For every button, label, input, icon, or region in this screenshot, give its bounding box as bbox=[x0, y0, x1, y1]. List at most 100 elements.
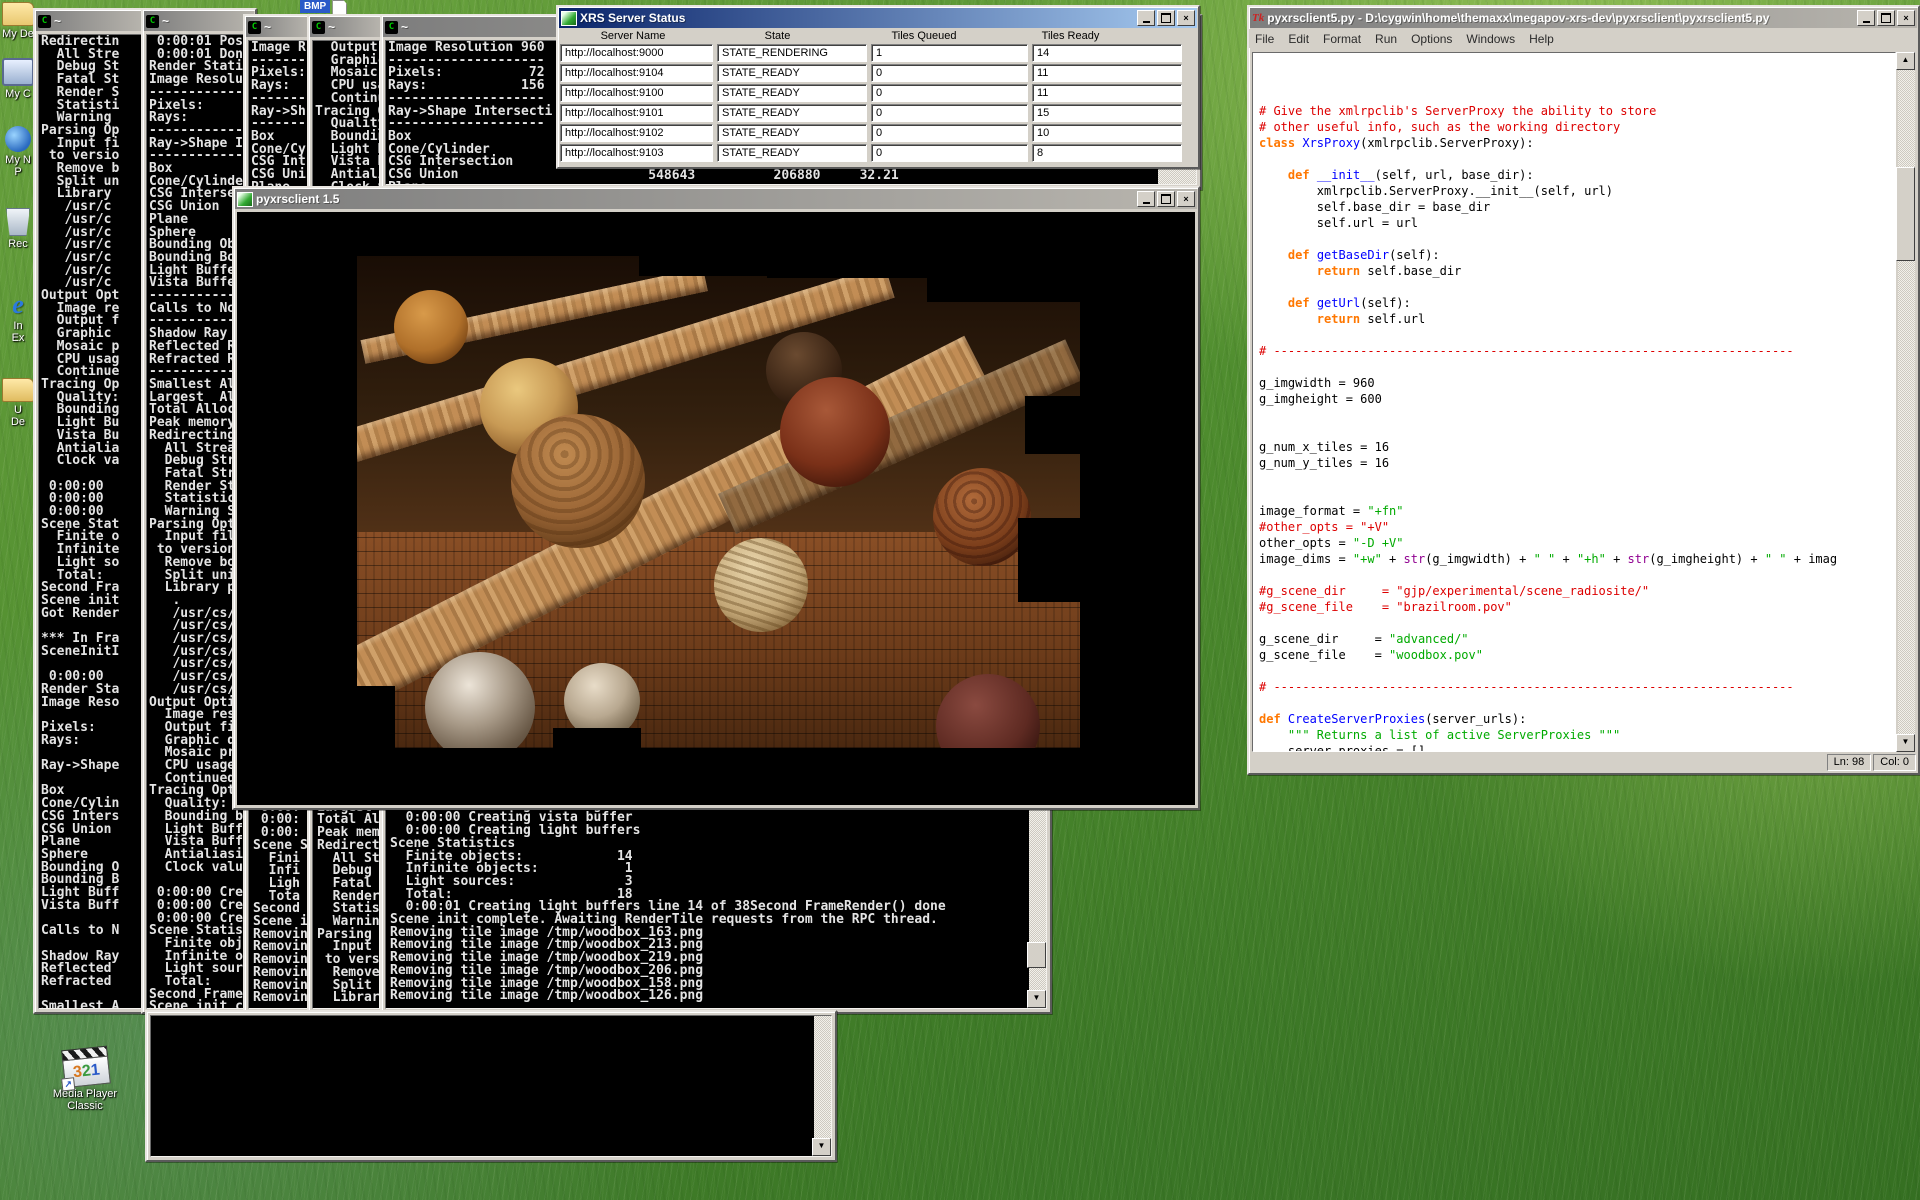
server-cell[interactable]: STATE_READY bbox=[717, 104, 867, 122]
close-button[interactable]: × bbox=[1897, 10, 1915, 26]
server-cell[interactable]: STATE_RENDERING bbox=[717, 44, 867, 62]
server-cell[interactable]: 0 bbox=[871, 124, 1028, 142]
editor-scrollbar[interactable]: ▲ ▼ bbox=[1898, 52, 1915, 752]
xrs-server-status-window[interactable]: XRS Server Status × Server Name State Ti… bbox=[556, 5, 1200, 169]
render-image bbox=[357, 256, 1080, 748]
server-cell[interactable]: 0 bbox=[871, 84, 1028, 102]
console-title: ~ bbox=[162, 14, 252, 28]
server-cell[interactable]: http://localhost:9102 bbox=[560, 124, 713, 142]
menu-options[interactable]: Options bbox=[1411, 32, 1452, 46]
cygwin-terminal-icon: C bbox=[146, 15, 159, 28]
console-3-titlebar[interactable]: C ~ bbox=[246, 17, 310, 37]
unrendered-tile-gap bbox=[1018, 518, 1080, 602]
editor-statusbar: Ln: 98 Col: 0 bbox=[1251, 754, 1916, 771]
server-cell[interactable]: http://localhost:9103 bbox=[560, 144, 713, 162]
scroll-up-arrow[interactable]: ▲ bbox=[1896, 52, 1915, 70]
server-cell[interactable]: 10 bbox=[1032, 124, 1182, 142]
server-row: http://localhost:9000STATE_RENDERING114 bbox=[558, 43, 1198, 63]
server-cell[interactable]: 11 bbox=[1032, 64, 1182, 82]
menu-file[interactable]: File bbox=[1255, 32, 1274, 46]
server-cell[interactable]: http://localhost:9101 bbox=[560, 104, 713, 122]
shortcut-arrow-overlay: ↗ bbox=[61, 1077, 75, 1091]
unrendered-tile-gap bbox=[553, 728, 641, 748]
internet-explorer-icon: e bbox=[5, 292, 31, 318]
menu-windows[interactable]: Windows bbox=[1466, 32, 1515, 46]
cygwin-terminal-icon: C bbox=[248, 21, 261, 34]
unrendered-tile-gap bbox=[927, 256, 1080, 302]
console-7-scrollbar[interactable]: ▼ bbox=[814, 1016, 831, 1156]
console-2-titlebar[interactable]: C ~ bbox=[144, 11, 254, 31]
code-line bbox=[1259, 87, 1895, 103]
menu-help[interactable]: Help bbox=[1529, 32, 1554, 46]
server-cell[interactable]: http://localhost:9000 bbox=[560, 44, 713, 62]
server-cell[interactable]: 14 bbox=[1032, 44, 1182, 62]
code-line bbox=[1259, 423, 1895, 439]
server-cell[interactable]: 15 bbox=[1032, 104, 1182, 122]
minimize-button[interactable] bbox=[1857, 10, 1875, 26]
minimize-button[interactable] bbox=[1137, 191, 1155, 207]
app-image-icon bbox=[561, 11, 577, 26]
server-cell[interactable]: 11 bbox=[1032, 84, 1182, 102]
console-4-titlebar[interactable]: C ~ bbox=[310, 17, 382, 37]
close-button[interactable]: × bbox=[1177, 191, 1195, 207]
column-header-tiles-queued: Tiles Queued bbox=[849, 29, 999, 43]
console-window-7[interactable]: ▼ bbox=[145, 1010, 837, 1162]
xrs-titlebar[interactable]: XRS Server Status × bbox=[559, 8, 1197, 28]
scroll-down-arrow[interactable]: ▼ bbox=[1896, 734, 1915, 752]
server-cell[interactable]: http://localhost:9100 bbox=[560, 84, 713, 102]
render-window-titlebar[interactable]: pyxrsclient 1.5 × bbox=[235, 189, 1197, 209]
console-1-titlebar[interactable]: C ~ bbox=[36, 11, 144, 31]
server-table-header: Server Name State Tiles Queued Tiles Rea… bbox=[560, 29, 1196, 43]
server-cell[interactable]: STATE_READY bbox=[717, 124, 867, 142]
render-sphere bbox=[780, 377, 890, 487]
server-cell[interactable]: STATE_READY bbox=[717, 64, 867, 82]
console-title: ~ bbox=[264, 20, 308, 34]
menu-run[interactable]: Run bbox=[1375, 32, 1397, 46]
code-line: self.url = url bbox=[1259, 215, 1895, 231]
code-line: #g_scene_dir = "gjp/experimental/scene_r… bbox=[1259, 583, 1895, 599]
render-client-window[interactable]: pyxrsclient 1.5 × bbox=[232, 186, 1200, 810]
maximize-button[interactable] bbox=[1157, 191, 1175, 207]
menu-format[interactable]: Format bbox=[1323, 32, 1361, 46]
scroll-down-arrow[interactable]: ▼ bbox=[812, 1138, 831, 1156]
scrollbar-thumb[interactable] bbox=[1896, 167, 1915, 261]
server-cell[interactable]: 8 bbox=[1032, 144, 1182, 162]
code-line bbox=[1259, 279, 1895, 295]
server-cell[interactable]: 0 bbox=[871, 104, 1028, 122]
console-window-1[interactable]: C ~ Redirectin All Stre Debug St Fatal S… bbox=[33, 8, 147, 1014]
maximize-button[interactable] bbox=[1157, 10, 1175, 26]
code-line: def CreateServerProxies(server_urls): bbox=[1259, 711, 1895, 727]
code-line: #g_scene_file = "brazilroom.pov" bbox=[1259, 599, 1895, 615]
server-cell[interactable]: 0 bbox=[871, 144, 1028, 162]
server-cell[interactable]: 1 bbox=[871, 44, 1028, 62]
minimize-button[interactable] bbox=[1137, 10, 1155, 26]
code-line: image_dims = "+w" + str(g_imgwidth) + " … bbox=[1259, 551, 1895, 567]
menu-edit[interactable]: Edit bbox=[1288, 32, 1309, 46]
code-line: def getUrl(self): bbox=[1259, 295, 1895, 311]
scroll-down-arrow[interactable]: ▼ bbox=[1027, 990, 1046, 1008]
code-line bbox=[1259, 567, 1895, 583]
folder-icon bbox=[2, 2, 34, 26]
close-button[interactable]: × bbox=[1177, 10, 1195, 26]
unrendered-tile-gap bbox=[639, 256, 769, 276]
render-sphere bbox=[511, 414, 645, 548]
scrollbar-thumb[interactable] bbox=[1027, 942, 1046, 968]
maximize-button[interactable] bbox=[1877, 10, 1895, 26]
computer-icon bbox=[2, 58, 34, 86]
editor-window[interactable]: Tk pyxrsclient5.py - D:\cygwin\home\them… bbox=[1247, 5, 1920, 775]
server-cell[interactable]: STATE_READY bbox=[717, 144, 867, 162]
code-editor-text[interactable]: # Give the xmlrpclib's ServerProxy the a… bbox=[1252, 52, 1896, 752]
server-cell[interactable]: http://localhost:9104 bbox=[560, 64, 713, 82]
column-header-state: State bbox=[706, 29, 849, 43]
server-row: http://localhost:9100STATE_READY011 bbox=[558, 83, 1198, 103]
server-cell[interactable]: 0 bbox=[871, 64, 1028, 82]
code-line bbox=[1259, 327, 1895, 343]
server-row: http://localhost:9104STATE_READY011 bbox=[558, 63, 1198, 83]
server-cell[interactable]: STATE_READY bbox=[717, 84, 867, 102]
code-line: # --------------------------------------… bbox=[1259, 343, 1895, 359]
editor-titlebar[interactable]: Tk pyxrsclient5.py - D:\cygwin\home\them… bbox=[1250, 8, 1917, 28]
desktop-icon-media-player-classic[interactable]: 321 ↗ Media Player Classic bbox=[40, 1048, 130, 1112]
render-sphere bbox=[933, 468, 1031, 566]
cygwin-terminal-icon: C bbox=[312, 21, 325, 34]
server-row: http://localhost:9103STATE_READY08 bbox=[558, 143, 1198, 163]
